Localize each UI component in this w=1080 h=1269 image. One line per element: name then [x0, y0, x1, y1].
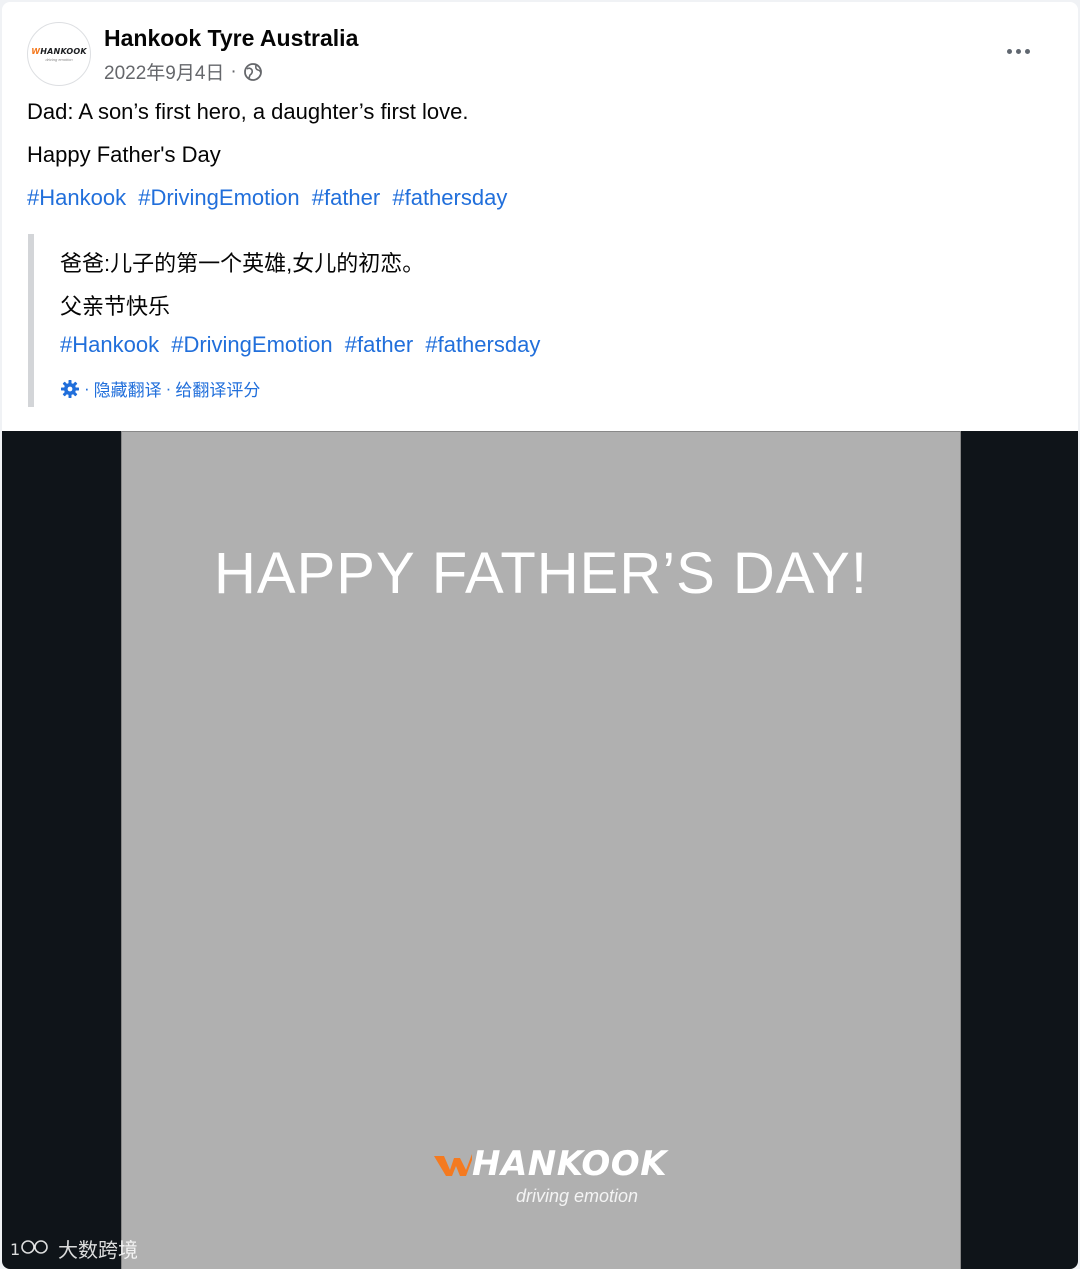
hashtag-link[interactable]: #DrivingEmotion [138, 185, 299, 210]
watermark-text: 大数跨境 [58, 1240, 138, 1262]
hashtag-link[interactable]: #fathersday [425, 332, 540, 357]
hashtag-link[interactable]: #Hankook [60, 332, 159, 357]
gear-icon[interactable] [60, 379, 80, 399]
svg-text:1: 1 [10, 1240, 20, 1259]
dot-icon [1024, 48, 1030, 54]
post-image-container[interactable]: HAPPY FATHER’S DAY! HANKOOK driving emot… [2, 431, 1078, 1269]
translation-block: 爸爸:儿子的第一个英雄,女儿的初恋。 父亲节快乐 #Hankook #Drivi… [28, 234, 734, 407]
post-line-1: Dad: A son’s first hero, a daughter’s fi… [27, 99, 469, 124]
brand-tagline: driving emotion [516, 1186, 639, 1206]
brand-wordmark: HANKOOK [472, 1144, 668, 1184]
hashtag-link[interactable]: #Hankook [27, 185, 126, 210]
post-line-2: Happy Father's Day [27, 142, 221, 167]
page-name-link[interactable]: Hankook Tyre Australia [104, 25, 358, 52]
hankook-mark-icon [434, 1154, 472, 1176]
meta-separator: · [230, 60, 237, 82]
hashtag-link[interactable]: #father [312, 185, 381, 210]
post-meta: 2022年9月4日 · [104, 58, 263, 85]
translation-hashtags: #Hankook #DrivingEmotion #father #father… [60, 332, 546, 358]
photo-headline: HAPPY FATHER’S DAY! [214, 541, 868, 606]
action-separator: · [84, 378, 90, 398]
post-date[interactable]: 2022年9月4日 [104, 58, 224, 85]
hashtag-link[interactable]: #fathersday [392, 185, 507, 210]
dot-icon [1006, 48, 1012, 54]
avatar-logo: WHANKOOK [31, 46, 87, 56]
translation-line-2: 父亲节快乐 [60, 294, 171, 319]
post-photo[interactable]: HAPPY FATHER’S DAY! HANKOOK driving emot… [121, 431, 961, 1269]
hashtag-link[interactable]: #DrivingEmotion [171, 332, 332, 357]
more-options-button[interactable] [998, 36, 1038, 66]
translation-line-1: 爸爸:儿子的第一个英雄,女儿的初恋。 [60, 251, 425, 276]
watermark-logo-icon: 1 [10, 1240, 48, 1259]
rate-translation-link[interactable]: 给翻译评分 [175, 376, 260, 401]
action-separator: · [165, 378, 172, 398]
globe-icon[interactable] [243, 62, 263, 82]
post-card: WHANKOOK driving emotion Hankook Tyre Au… [2, 2, 1078, 1269]
post-hashtags: #Hankook #DrivingEmotion #father #father… [27, 185, 1058, 211]
hide-translation-link[interactable]: 隐藏翻译 [94, 376, 162, 401]
translation-actions: · 隐藏翻译 · 给翻译评分 [60, 376, 260, 401]
dot-icon [1015, 48, 1021, 54]
avatar-tagline: driving emotion [45, 56, 73, 62]
post-body: Dad: A son’s first hero, a daughter’s fi… [27, 99, 1058, 228]
page-avatar[interactable]: WHANKOOK driving emotion [27, 22, 91, 86]
brand-logo: HANKOOK driving emotion [432, 1144, 672, 1206]
watermark: 1 大数跨境 [10, 1234, 138, 1263]
hashtag-link[interactable]: #father [345, 332, 414, 357]
post-header: WHANKOOK driving emotion Hankook Tyre Au… [27, 22, 1078, 86]
